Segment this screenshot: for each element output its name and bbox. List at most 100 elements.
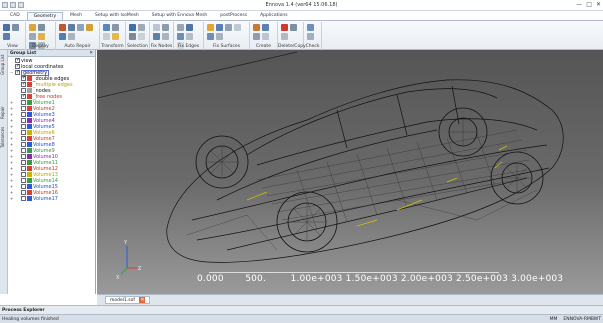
visibility-checkbox[interactable] bbox=[21, 136, 26, 141]
tool-icon[interactable] bbox=[38, 24, 45, 31]
tab-cad[interactable]: CAD bbox=[4, 12, 26, 20]
tool-icon[interactable] bbox=[253, 33, 260, 40]
tool-icon[interactable] bbox=[129, 33, 136, 40]
tool-icon[interactable] bbox=[3, 24, 10, 31]
tool-icon[interactable] bbox=[68, 24, 75, 31]
process-explorer-header[interactable]: Process Explorer bbox=[0, 305, 603, 314]
tab-applications[interactable]: Applications bbox=[254, 12, 294, 20]
document-tab-model1[interactable]: model1.sof ✕ bbox=[105, 296, 151, 304]
visibility-checkbox[interactable] bbox=[21, 160, 26, 165]
tool-icon[interactable] bbox=[177, 24, 184, 31]
maximize-button[interactable]: □ bbox=[586, 1, 592, 8]
tool-icon[interactable] bbox=[3, 33, 10, 40]
visibility-checkbox[interactable] bbox=[21, 130, 26, 135]
side-tab-group-list[interactable]: Group List bbox=[0, 52, 8, 78]
tool-icon[interactable] bbox=[112, 24, 119, 31]
tree-expander-icon[interactable]: + bbox=[9, 196, 14, 202]
tool-icon[interactable] bbox=[207, 24, 214, 31]
tool-icon[interactable] bbox=[103, 24, 110, 31]
tool-icon[interactable] bbox=[290, 24, 297, 31]
tool-icon[interactable] bbox=[153, 24, 160, 31]
visibility-checkbox[interactable] bbox=[21, 106, 26, 111]
visibility-checkbox[interactable] bbox=[21, 93, 26, 99]
tool-icon[interactable] bbox=[225, 24, 232, 31]
tool-icon[interactable] bbox=[216, 33, 223, 40]
tool-icon[interactable] bbox=[86, 24, 93, 31]
group-color-cube-icon bbox=[27, 136, 32, 141]
tab-postprocess[interactable]: postProcess bbox=[214, 12, 253, 20]
ribbon-group-label[interactable]: Selection bbox=[126, 44, 149, 49]
close-tab-icon[interactable]: ✕ bbox=[139, 297, 146, 303]
tool-icon[interactable] bbox=[12, 24, 19, 31]
ribbon-group-label[interactable]: View bbox=[0, 44, 25, 49]
tool-icon[interactable] bbox=[103, 33, 110, 40]
axis-y-label: Y bbox=[123, 240, 128, 246]
ribbon-group-label[interactable]: Fix Nodes bbox=[150, 44, 173, 49]
tool-icon[interactable] bbox=[281, 33, 288, 40]
visibility-checkbox[interactable] bbox=[21, 118, 26, 123]
tool-icon[interactable] bbox=[138, 24, 145, 31]
side-tab-repair[interactable]: Repair bbox=[0, 106, 8, 120]
tab-setup-with-ennova-mesh[interactable]: Setup with Ennova Mesh bbox=[146, 12, 214, 20]
side-tab-tolerances[interactable]: Tolerances bbox=[0, 122, 8, 152]
tool-icon[interactable] bbox=[29, 24, 36, 31]
tree-row[interactable]: + Volume17 bbox=[8, 196, 95, 202]
tool-icon[interactable] bbox=[29, 33, 36, 40]
minimize-button[interactable]: — bbox=[576, 1, 582, 8]
tool-icon[interactable] bbox=[234, 24, 241, 31]
tool-icon[interactable] bbox=[281, 24, 288, 31]
tool-icon[interactable] bbox=[186, 24, 193, 31]
3d-viewport[interactable]: Y Z X 0.000 500. 1.00e+003 1.50e+003 2.0… bbox=[97, 50, 603, 294]
close-button[interactable]: ✕ bbox=[596, 1, 601, 8]
visibility-checkbox[interactable] bbox=[21, 124, 26, 129]
tool-icon[interactable] bbox=[307, 33, 314, 40]
tool-icon[interactable] bbox=[262, 24, 269, 31]
ribbon-group-fix-surfaces: Fix Surfaces bbox=[204, 22, 250, 50]
tool-icon[interactable] bbox=[253, 24, 260, 31]
tool-icon[interactable] bbox=[68, 33, 75, 40]
visibility-checkbox[interactable] bbox=[15, 69, 20, 75]
ribbon-group-label[interactable]: Check bbox=[304, 44, 321, 49]
ribbon-group-icons bbox=[204, 22, 249, 42]
tool-icon[interactable] bbox=[162, 24, 169, 31]
panel-close-icon[interactable]: ✕ bbox=[89, 50, 93, 57]
visibility-checkbox[interactable] bbox=[21, 148, 26, 153]
tool-icon[interactable] bbox=[153, 33, 160, 40]
tool-icon[interactable] bbox=[38, 33, 45, 40]
visibility-checkbox[interactable] bbox=[21, 112, 26, 117]
tool-icon[interactable] bbox=[77, 24, 84, 31]
tool-icon[interactable] bbox=[59, 24, 66, 31]
tool-icon[interactable] bbox=[307, 24, 314, 31]
tool-icon[interactable] bbox=[138, 33, 145, 40]
tool-icon[interactable] bbox=[59, 33, 66, 40]
visibility-checkbox[interactable] bbox=[21, 154, 26, 159]
ribbon-group-label[interactable]: Delete/Copy bbox=[278, 44, 306, 49]
visibility-checkbox[interactable] bbox=[21, 166, 26, 171]
visibility-checkbox[interactable] bbox=[21, 190, 26, 195]
tab-mesh[interactable]: Mesh bbox=[64, 12, 88, 20]
tab-geometry[interactable]: Geometry bbox=[26, 12, 64, 20]
tab-setup-with-isomesh[interactable]: Setup with IsoMesh bbox=[89, 12, 145, 20]
visibility-checkbox[interactable] bbox=[21, 196, 26, 201]
visibility-checkbox[interactable] bbox=[21, 178, 26, 183]
group-color-cube-icon bbox=[27, 118, 32, 123]
tool-icon[interactable] bbox=[129, 24, 136, 31]
tool-icon[interactable] bbox=[112, 33, 119, 40]
ribbon-group-label[interactable]: Display bbox=[26, 44, 55, 49]
tool-icon[interactable] bbox=[162, 33, 169, 40]
ribbon-group-label[interactable]: Fix Edges bbox=[174, 44, 203, 49]
ribbon-group-label[interactable]: Auto Repair bbox=[56, 44, 99, 49]
visibility-checkbox[interactable] bbox=[21, 172, 26, 177]
ribbon-group-label[interactable]: Create bbox=[250, 44, 277, 49]
ribbon-group-label[interactable]: Transform bbox=[100, 44, 125, 49]
ribbon-group-label[interactable]: Fix Surfaces bbox=[204, 44, 249, 49]
tool-icon[interactable] bbox=[207, 33, 214, 40]
visibility-checkbox[interactable] bbox=[21, 81, 26, 87]
tool-icon[interactable] bbox=[177, 33, 184, 40]
visibility-checkbox[interactable] bbox=[21, 184, 26, 189]
tool-icon[interactable] bbox=[186, 33, 193, 40]
tool-icon[interactable] bbox=[262, 33, 269, 40]
visibility-checkbox[interactable] bbox=[21, 142, 26, 147]
tool-icon[interactable] bbox=[216, 24, 223, 31]
visibility-checkbox[interactable] bbox=[21, 100, 26, 105]
